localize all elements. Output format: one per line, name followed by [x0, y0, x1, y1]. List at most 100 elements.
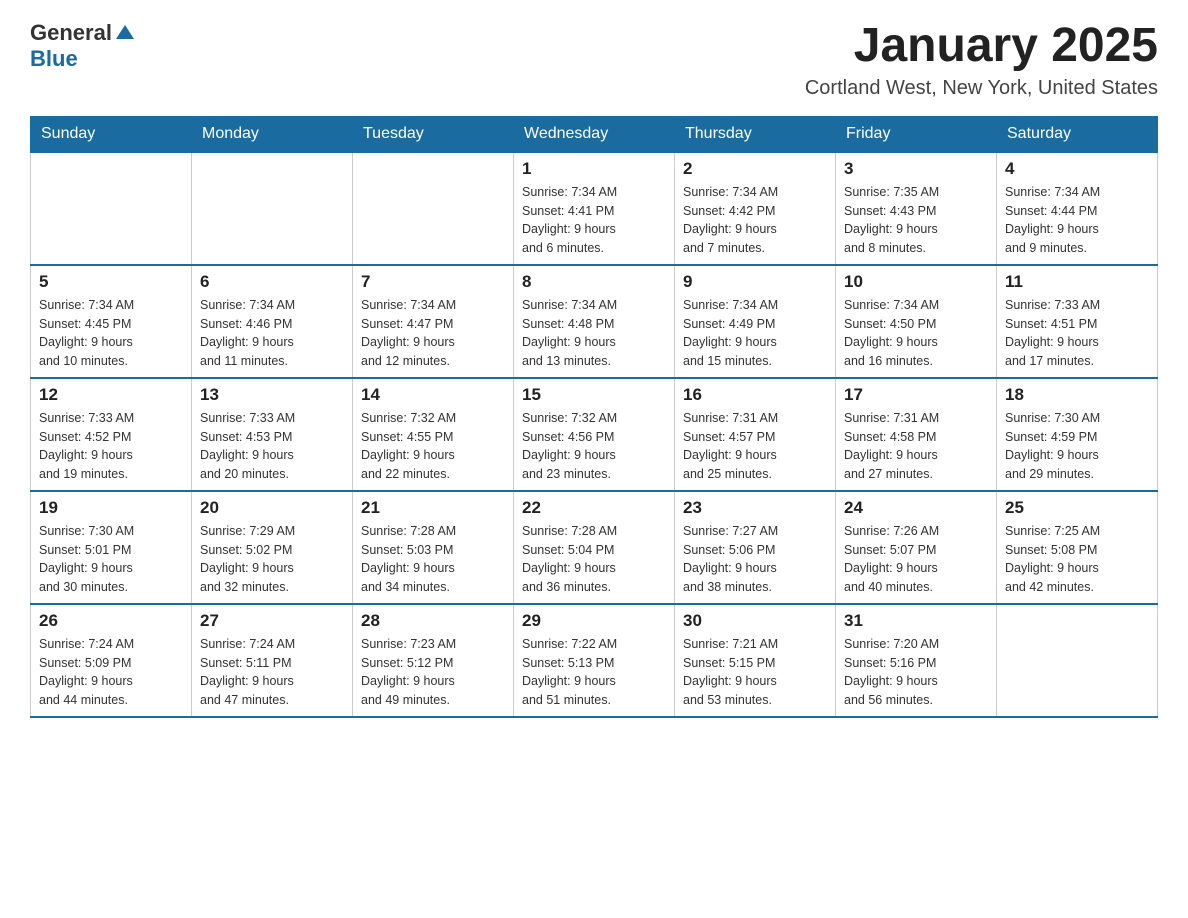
- col-friday: Friday: [836, 116, 997, 152]
- day-info: Sunrise: 7:33 AMSunset: 4:53 PMDaylight:…: [200, 409, 344, 484]
- calendar-cell: 31Sunrise: 7:20 AMSunset: 5:16 PMDayligh…: [836, 604, 997, 717]
- calendar-week-row: 19 Sunrise: 7:30 AMSunset: 5:01 PMDayligh…: [31, 491, 1158, 604]
- title-section: January 2025 Cortland West, New York, Un…: [805, 20, 1158, 100]
- day-info: Sunrise: 7:28 AMSunset: 5:03 PMDaylight:…: [361, 522, 505, 597]
- calendar-cell: [192, 152, 353, 265]
- logo-blue-text: Blue: [30, 46, 78, 71]
- calendar-table: Sunday Monday Tuesday Wednesday Thursday…: [30, 116, 1158, 718]
- calendar-cell: 20 Sunrise: 7:29 AMSunset: 5:02 PMDayligh…: [192, 491, 353, 604]
- day-info: Sunrise: 7:32 AMSunset: 4:55 PMDaylight:…: [361, 409, 505, 484]
- day-info: Sunrise: 7:23 AMSunset: 5:12 PMDaylight:…: [361, 635, 505, 710]
- day-info: Sunrise: 7:33 AMSunset: 4:52 PMDaylight:…: [39, 409, 183, 484]
- day-info: Sunrise: 7:34 AMSunset: 4:48 PMDaylight:…: [522, 296, 666, 371]
- calendar-week-row: 1 Sunrise: 7:34 AMSunset: 4:41 PMDaylight…: [31, 152, 1158, 265]
- day-number: 19: [39, 498, 183, 518]
- calendar-cell: 15Sunrise: 7:32 AMSunset: 4:56 PMDayligh…: [514, 378, 675, 491]
- calendar-cell: 11 Sunrise: 7:33 AMSunset: 4:51 PMDayligh…: [997, 265, 1158, 378]
- day-info: Sunrise: 7:30 AMSunset: 4:59 PMDaylight:…: [1005, 409, 1149, 484]
- location-text: Cortland West, New York, United States: [805, 77, 1158, 100]
- col-thursday: Thursday: [675, 116, 836, 152]
- month-title: January 2025: [805, 20, 1158, 73]
- calendar-cell: 12 Sunrise: 7:33 AMSunset: 4:52 PMDayligh…: [31, 378, 192, 491]
- calendar-cell: 29 Sunrise: 7:22 AMSunset: 5:13 PMDayligh…: [514, 604, 675, 717]
- day-info: Sunrise: 7:24 AMSunset: 5:11 PMDaylight:…: [200, 635, 344, 710]
- col-monday: Monday: [192, 116, 353, 152]
- calendar-cell: 8 Sunrise: 7:34 AMSunset: 4:48 PMDaylight…: [514, 265, 675, 378]
- day-number: 6: [200, 272, 344, 292]
- logo: General Blue: [30, 20, 136, 72]
- day-info: Sunrise: 7:28 AMSunset: 5:04 PMDaylight:…: [522, 522, 666, 597]
- calendar-cell: 25Sunrise: 7:25 AMSunset: 5:08 PMDayligh…: [997, 491, 1158, 604]
- calendar-cell: 27Sunrise: 7:24 AMSunset: 5:11 PMDayligh…: [192, 604, 353, 717]
- day-info: Sunrise: 7:34 AMSunset: 4:44 PMDaylight:…: [1005, 183, 1149, 258]
- page-header: General Blue January 2025 Cortland West,…: [30, 20, 1158, 100]
- logo-general-text: General: [30, 20, 112, 46]
- calendar-cell: 9Sunrise: 7:34 AMSunset: 4:49 PMDaylight…: [675, 265, 836, 378]
- day-number: 24: [844, 498, 988, 518]
- calendar-cell: 18 Sunrise: 7:30 AMSunset: 4:59 PMDayligh…: [997, 378, 1158, 491]
- day-number: 20: [200, 498, 344, 518]
- day-number: 5: [39, 272, 183, 292]
- calendar-week-row: 5 Sunrise: 7:34 AMSunset: 4:45 PMDaylight…: [31, 265, 1158, 378]
- day-number: 8: [522, 272, 666, 292]
- col-wednesday: Wednesday: [514, 116, 675, 152]
- day-info: Sunrise: 7:26 AMSunset: 5:07 PMDaylight:…: [844, 522, 988, 597]
- day-number: 4: [1005, 159, 1149, 179]
- calendar-cell: 13 Sunrise: 7:33 AMSunset: 4:53 PMDayligh…: [192, 378, 353, 491]
- calendar-cell: [31, 152, 192, 265]
- day-info: Sunrise: 7:33 AMSunset: 4:51 PMDaylight:…: [1005, 296, 1149, 371]
- day-info: Sunrise: 7:27 AMSunset: 5:06 PMDaylight:…: [683, 522, 827, 597]
- day-info: Sunrise: 7:34 AMSunset: 4:49 PMDaylight:…: [683, 296, 827, 371]
- calendar-header-row: Sunday Monday Tuesday Wednesday Thursday…: [31, 116, 1158, 152]
- day-number: 26: [39, 611, 183, 631]
- calendar-week-row: 26 Sunrise: 7:24 AMSunset: 5:09 PMDayligh…: [31, 604, 1158, 717]
- calendar-cell: 21 Sunrise: 7:28 AMSunset: 5:03 PMDayligh…: [353, 491, 514, 604]
- calendar-cell: 17Sunrise: 7:31 AMSunset: 4:58 PMDayligh…: [836, 378, 997, 491]
- day-number: 1: [522, 159, 666, 179]
- calendar-cell: 16 Sunrise: 7:31 AMSunset: 4:57 PMDayligh…: [675, 378, 836, 491]
- day-info: Sunrise: 7:35 AMSunset: 4:43 PMDaylight:…: [844, 183, 988, 258]
- day-number: 13: [200, 385, 344, 405]
- day-number: 28: [361, 611, 505, 631]
- day-info: Sunrise: 7:34 AMSunset: 4:41 PMDaylight:…: [522, 183, 666, 258]
- day-number: 11: [1005, 272, 1149, 292]
- day-info: Sunrise: 7:34 AMSunset: 4:47 PMDaylight:…: [361, 296, 505, 371]
- day-number: 21: [361, 498, 505, 518]
- day-number: 18: [1005, 385, 1149, 405]
- day-info: Sunrise: 7:29 AMSunset: 5:02 PMDaylight:…: [200, 522, 344, 597]
- calendar-cell: [353, 152, 514, 265]
- day-number: 23: [683, 498, 827, 518]
- calendar-cell: 24 Sunrise: 7:26 AMSunset: 5:07 PMDayligh…: [836, 491, 997, 604]
- day-info: Sunrise: 7:24 AMSunset: 5:09 PMDaylight:…: [39, 635, 183, 710]
- day-info: Sunrise: 7:31 AMSunset: 4:58 PMDaylight:…: [844, 409, 988, 484]
- day-number: 22: [522, 498, 666, 518]
- day-info: Sunrise: 7:31 AMSunset: 4:57 PMDaylight:…: [683, 409, 827, 484]
- calendar-cell: 7 Sunrise: 7:34 AMSunset: 4:47 PMDaylight…: [353, 265, 514, 378]
- day-number: 16: [683, 385, 827, 405]
- calendar-cell: 19 Sunrise: 7:30 AMSunset: 5:01 PMDayligh…: [31, 491, 192, 604]
- day-number: 30: [683, 611, 827, 631]
- day-info: Sunrise: 7:22 AMSunset: 5:13 PMDaylight:…: [522, 635, 666, 710]
- col-tuesday: Tuesday: [353, 116, 514, 152]
- day-number: 7: [361, 272, 505, 292]
- calendar-cell: 30 Sunrise: 7:21 AMSunset: 5:15 PMDayligh…: [675, 604, 836, 717]
- day-number: 12: [39, 385, 183, 405]
- day-info: Sunrise: 7:34 AMSunset: 4:45 PMDaylight:…: [39, 296, 183, 371]
- calendar-cell: 5 Sunrise: 7:34 AMSunset: 4:45 PMDaylight…: [31, 265, 192, 378]
- day-info: Sunrise: 7:32 AMSunset: 4:56 PMDaylight:…: [522, 409, 666, 484]
- calendar-cell: 2Sunrise: 7:34 AMSunset: 4:42 PMDaylight…: [675, 152, 836, 265]
- day-info: Sunrise: 7:21 AMSunset: 5:15 PMDaylight:…: [683, 635, 827, 710]
- calendar-cell: 4 Sunrise: 7:34 AMSunset: 4:44 PMDaylight…: [997, 152, 1158, 265]
- day-number: 14: [361, 385, 505, 405]
- calendar-cell: 1 Sunrise: 7:34 AMSunset: 4:41 PMDaylight…: [514, 152, 675, 265]
- day-number: 3: [844, 159, 988, 179]
- calendar-cell: 10Sunrise: 7:34 AMSunset: 4:50 PMDayligh…: [836, 265, 997, 378]
- col-sunday: Sunday: [31, 116, 192, 152]
- day-number: 29: [522, 611, 666, 631]
- calendar-cell: 28 Sunrise: 7:23 AMSunset: 5:12 PMDayligh…: [353, 604, 514, 717]
- col-saturday: Saturday: [997, 116, 1158, 152]
- day-info: Sunrise: 7:30 AMSunset: 5:01 PMDaylight:…: [39, 522, 183, 597]
- day-number: 25: [1005, 498, 1149, 518]
- day-info: Sunrise: 7:34 AMSunset: 4:50 PMDaylight:…: [844, 296, 988, 371]
- day-info: Sunrise: 7:34 AMSunset: 4:42 PMDaylight:…: [683, 183, 827, 258]
